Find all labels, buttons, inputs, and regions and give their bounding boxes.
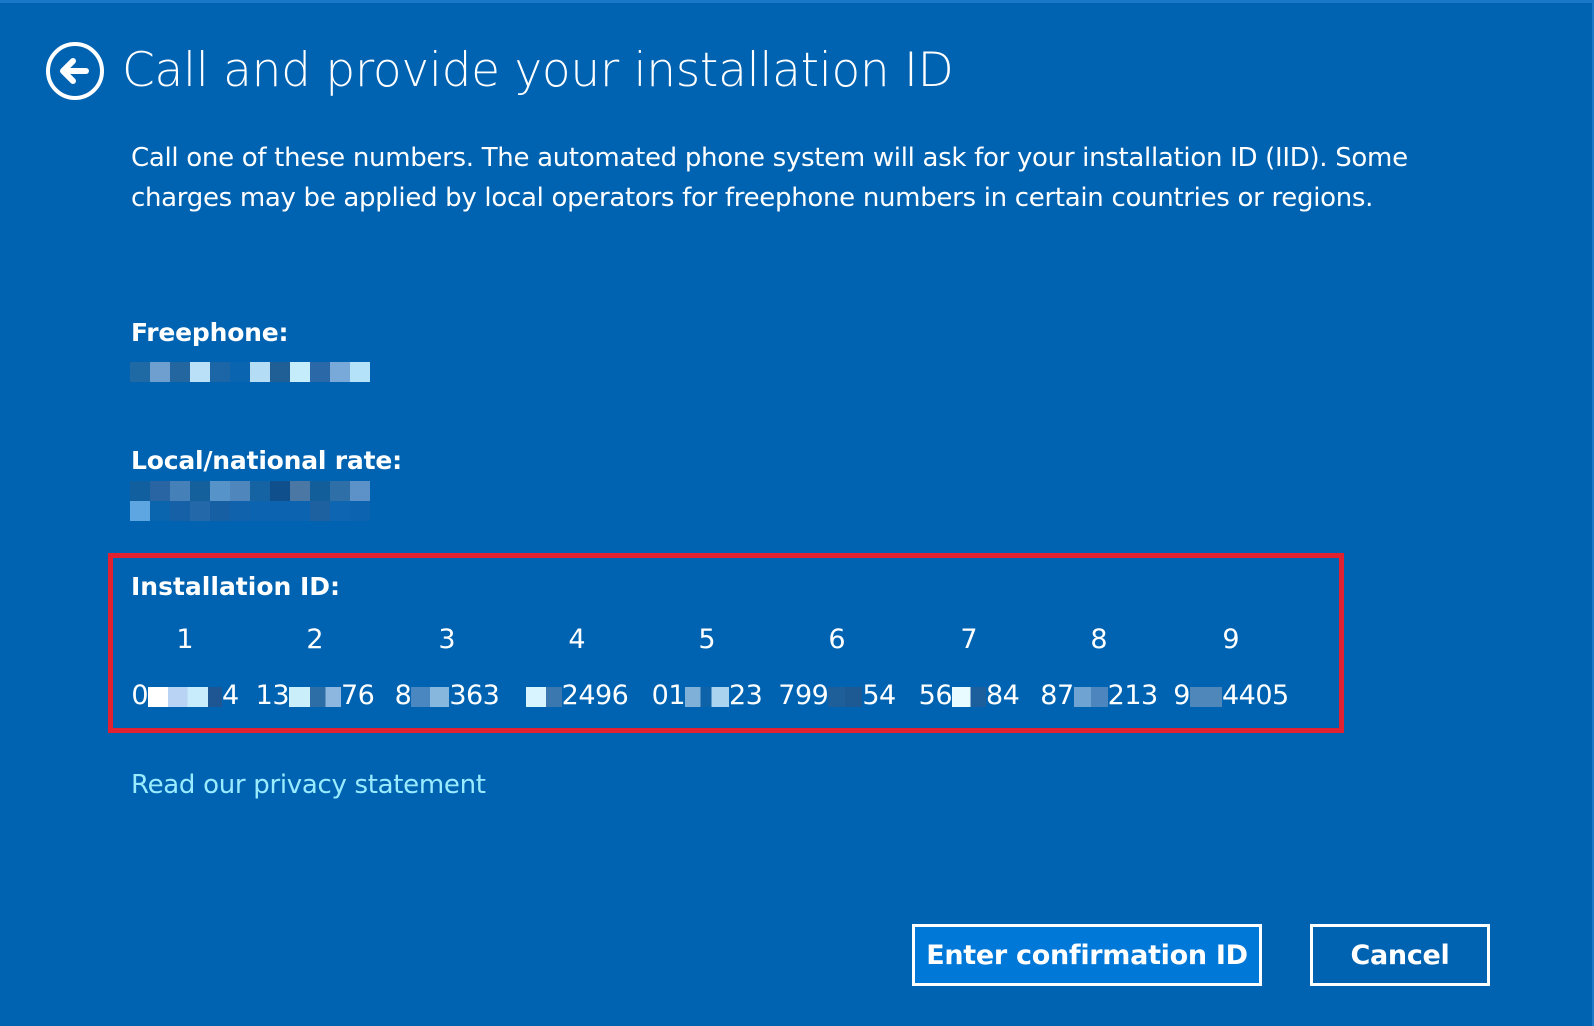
iid-group-index: 4 bbox=[568, 624, 586, 655]
iid-group: 4 2496 bbox=[512, 624, 642, 716]
iid-group-value: 01 23 bbox=[651, 680, 763, 711]
iid-group-value: 799 54 bbox=[778, 680, 896, 711]
back-arrow-circle-icon bbox=[46, 42, 104, 100]
iid-group-index: 8 bbox=[1090, 624, 1108, 655]
iid-group-value: 13 76 bbox=[255, 680, 375, 711]
iid-group: 6 799 54 bbox=[772, 624, 902, 716]
iid-group-index: 7 bbox=[960, 624, 978, 655]
cancel-button[interactable]: Cancel bbox=[1310, 924, 1490, 986]
freephone-number-redacted bbox=[130, 362, 370, 382]
iid-group: 2 13 76 bbox=[250, 624, 380, 716]
iid-group: 3 8 363 bbox=[382, 624, 512, 716]
page-title: Call and provide your installation ID bbox=[122, 43, 954, 98]
iid-group: 5 01 23 bbox=[642, 624, 772, 716]
installation-id-label: Installation ID: bbox=[131, 572, 341, 601]
privacy-statement-link[interactable]: Read our privacy statement bbox=[131, 770, 486, 800]
iid-group-index: 1 bbox=[176, 624, 194, 655]
description-text: Call one of these numbers. The automated… bbox=[131, 143, 1408, 213]
iid-group-value: 87 213 bbox=[1040, 680, 1158, 711]
iid-group-index: 6 bbox=[828, 624, 846, 655]
iid-group-value: 04 bbox=[131, 680, 239, 711]
iid-group-value: 9 4405 bbox=[1173, 680, 1289, 711]
enter-confirmation-id-button[interactable]: Enter confirmation ID bbox=[912, 924, 1262, 986]
iid-group: 7 56 84 bbox=[904, 624, 1034, 716]
page-header: Call and provide your installation ID bbox=[44, 40, 954, 102]
iid-group-index: 3 bbox=[438, 624, 456, 655]
iid-group-index: 9 bbox=[1222, 624, 1240, 655]
iid-group-value: 2496 bbox=[512, 680, 642, 716]
back-button[interactable] bbox=[44, 40, 106, 102]
freephone-label: Freephone: bbox=[131, 318, 289, 347]
iid-group-index: 2 bbox=[306, 624, 324, 655]
iid-group: 8 87 213 bbox=[1034, 624, 1164, 716]
iid-group-value: 8 363 bbox=[394, 680, 500, 711]
local-rate-number-redacted bbox=[130, 481, 370, 521]
iid-group-value: 56 84 bbox=[918, 680, 1020, 711]
iid-group: 9 9 4405 bbox=[1166, 624, 1296, 716]
local-rate-label: Local/national rate: bbox=[131, 446, 402, 475]
iid-group: 1 04 bbox=[120, 624, 250, 716]
iid-group-index: 5 bbox=[698, 624, 716, 655]
